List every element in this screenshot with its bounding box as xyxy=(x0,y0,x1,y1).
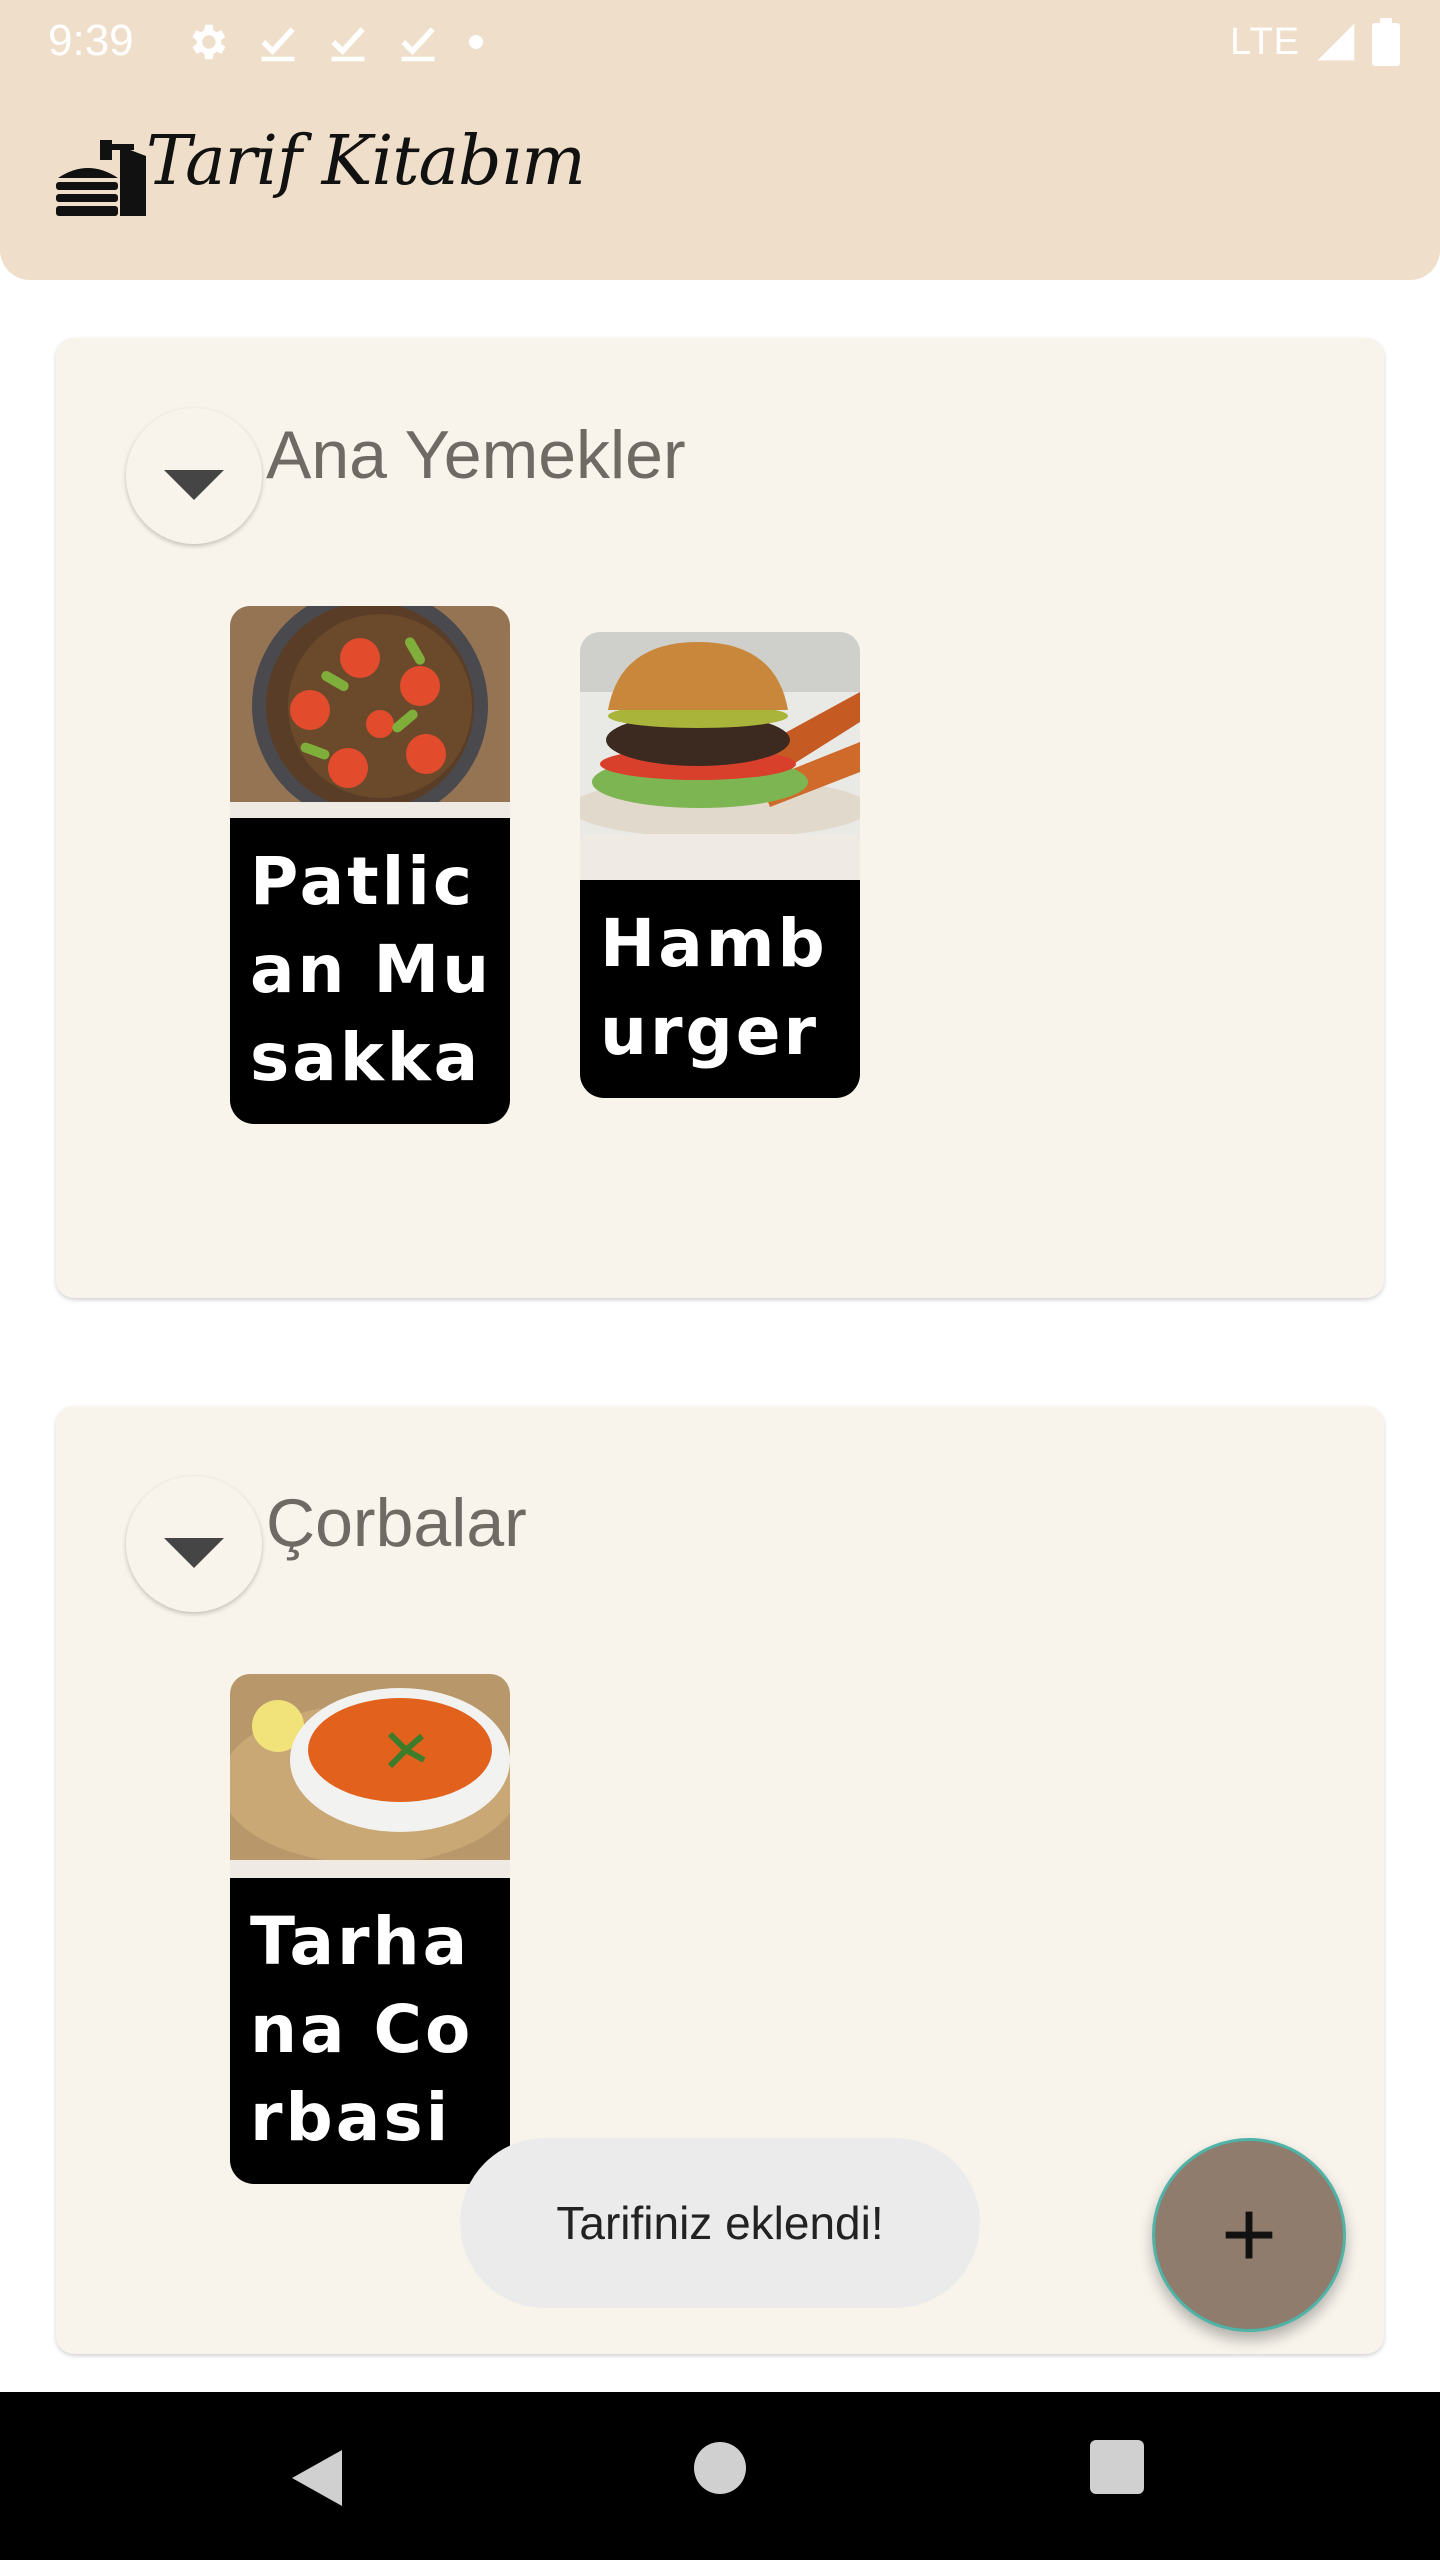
expand-toggle-button[interactable] xyxy=(126,408,262,544)
check-icon xyxy=(261,27,295,62)
recents-icon[interactable] xyxy=(1090,2440,1144,2494)
category-title: Ana Yemekler xyxy=(266,417,686,493)
recipe-name: Patlican Musakka xyxy=(230,818,510,1124)
app-title: Tarif Kitabım xyxy=(146,122,586,201)
status-time: 9:39 xyxy=(48,16,134,65)
recipe-image xyxy=(230,1674,510,1860)
chevron-down-icon xyxy=(164,470,224,500)
dot-icon xyxy=(469,35,483,49)
app-bar: 9:39 LTE Tarif Kitabım xyxy=(0,0,1440,280)
check-icon xyxy=(401,27,435,62)
food-cover-icon xyxy=(56,140,146,216)
recipe-card[interactable]: Patlican Musakka xyxy=(230,606,510,1124)
system-nav-bar xyxy=(0,2392,1440,2560)
battery-icon xyxy=(1372,18,1400,66)
recipe-image xyxy=(230,606,510,802)
gear-icon xyxy=(192,24,226,60)
plus-icon: + xyxy=(1220,2181,1278,2288)
recipe-name: Tarhana Corbasi xyxy=(230,1878,510,2184)
snackbar-message: Tarifiniz eklendi! xyxy=(556,2197,884,2249)
home-icon[interactable] xyxy=(694,2442,746,2494)
add-recipe-button[interactable]: + xyxy=(1152,2138,1346,2332)
recipe-card[interactable]: Tarhana Corbasi xyxy=(230,1674,510,2184)
expand-toggle-button[interactable] xyxy=(126,1476,262,1612)
recipe-name: Hamburger xyxy=(580,880,860,1098)
category-card: Ana Yemekler Patlican Musakka Hamburger xyxy=(56,338,1384,1298)
chevron-down-icon xyxy=(164,1538,224,1568)
recipe-card[interactable]: Hamburger xyxy=(580,632,860,1098)
snackbar: Tarifiniz eklendi! xyxy=(460,2138,980,2308)
recipe-image xyxy=(580,632,860,834)
check-icon xyxy=(331,27,365,62)
signal-icon xyxy=(1317,23,1355,61)
status-bar: 9:39 LTE xyxy=(0,0,1440,84)
back-icon[interactable] xyxy=(290,2448,344,2508)
category-title: Çorbalar xyxy=(266,1485,527,1561)
network-type: LTE xyxy=(1230,20,1300,63)
